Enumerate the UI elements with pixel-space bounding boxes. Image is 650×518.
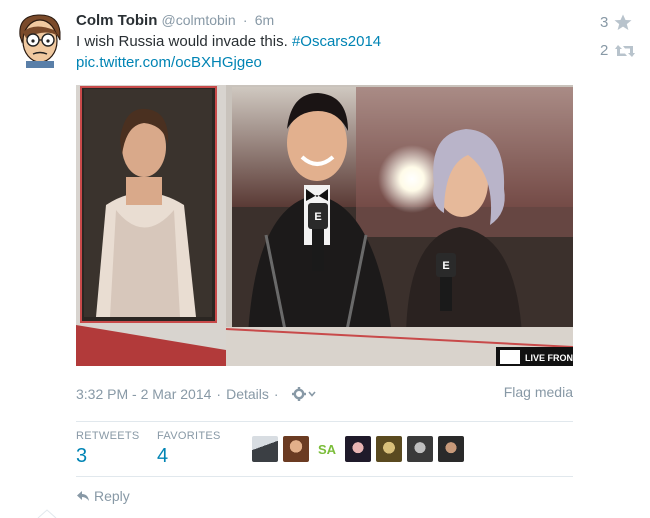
divider [76,421,573,422]
favorite-count: 3 [600,14,609,31]
caret-up-icon [37,509,57,518]
tweet-header: Colm Tobin @colmtobin · 6m [76,10,274,31]
more-options-button[interactable] [291,387,316,401]
reply-label: Reply [94,488,130,504]
reply-button[interactable]: Reply [76,488,130,504]
retweets-value: 3 [76,445,88,467]
chevron-down-icon [307,391,316,397]
tv-banner: LIVE FRON [525,353,573,363]
reply-icon [77,491,89,501]
favoriters-avatars: SA [252,436,464,462]
flag-media-link[interactable]: Flag media [504,384,573,400]
favorites-value: 4 [157,445,169,467]
tweet-media-photo[interactable]: E E LIVE FRON [76,85,573,366]
meta-separator: · [273,386,279,402]
retweet-icon [615,44,636,57]
retweet-action[interactable]: 2 [600,42,642,59]
tweet-text: I wish Russia would invade this. #Oscars… [76,31,436,73]
retweets-stat[interactable]: RETWEETS 3 [76,430,140,468]
mic-logo: E [314,211,321,223]
favoriter-avatar[interactable] [345,436,371,462]
favoriter-badge-text: SA [317,441,337,457]
tweet-meta: 3:32 PM - 2 Mar 2014 · Details · [76,386,316,402]
mic-logo: E [442,260,449,272]
author-fullname[interactable]: Colm Tobin [76,12,157,29]
favoriter-avatar[interactable] [438,436,464,462]
favoriter-avatar[interactable] [407,436,433,462]
favoriter-avatar[interactable]: SA [314,436,340,462]
tweet-body: I wish Russia would invade this. [76,33,288,50]
meta-separator: · [216,386,222,402]
avatar[interactable] [14,10,66,68]
tweet-time[interactable]: 6m [255,12,274,28]
favorites-label: FAVORITES [157,430,221,442]
hashtag-link[interactable]: #Oscars2014 [292,33,381,50]
favorite-action[interactable]: 3 [600,14,642,31]
star-icon [614,14,632,30]
tweet-time-separator: · [242,12,248,28]
retweet-count: 2 [600,42,609,59]
favoriter-avatar[interactable] [252,436,278,462]
retweets-label: RETWEETS [76,430,140,442]
tweet-timestamp[interactable]: 3:32 PM - 2 Mar 2014 [76,386,211,402]
gear-icon [291,387,306,401]
favoriter-avatar[interactable] [283,436,309,462]
details-link[interactable]: Details [226,386,269,402]
media-link[interactable]: pic.twitter.com/ocBXHGjgeo [76,54,262,71]
favorites-stat[interactable]: FAVORITES 4 [157,430,221,468]
divider [76,476,573,477]
favoriter-avatar[interactable] [376,436,402,462]
author-username[interactable]: @colmtobin [162,12,236,28]
